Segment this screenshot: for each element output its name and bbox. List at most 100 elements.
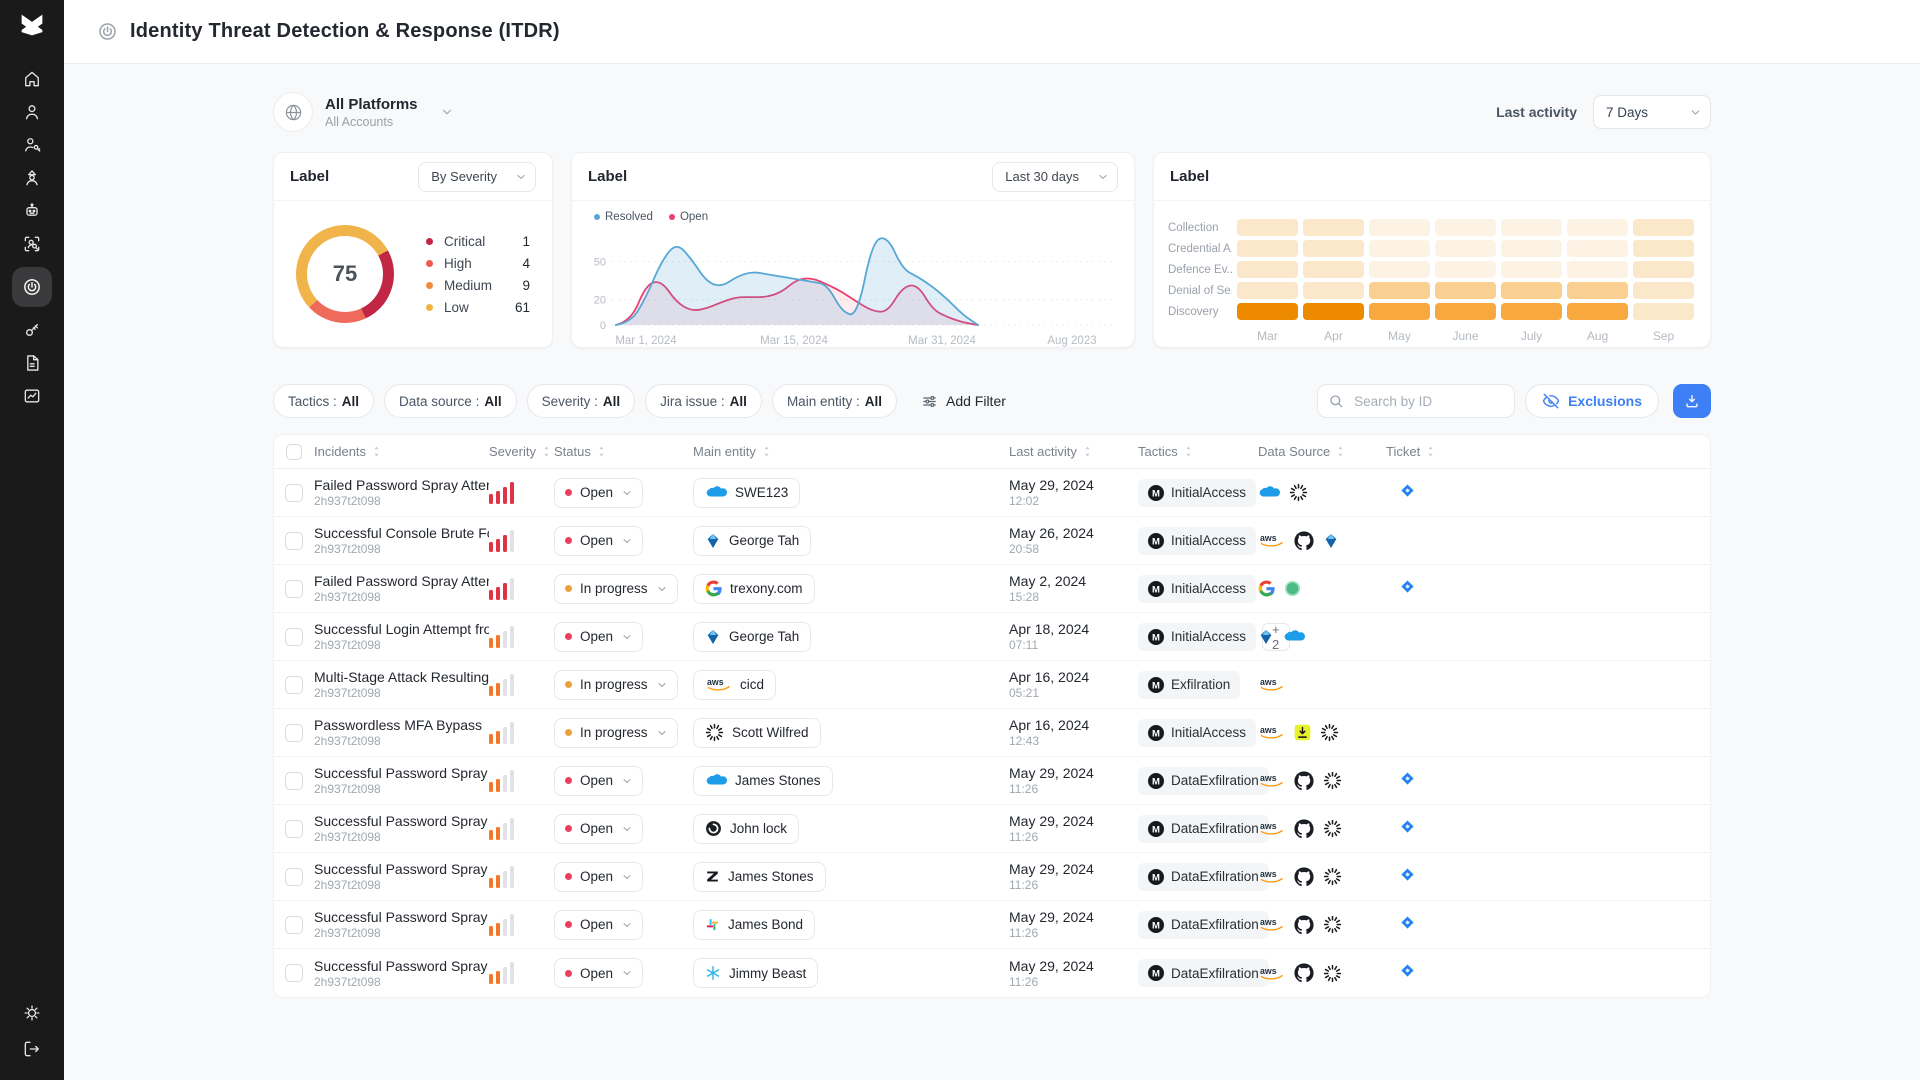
table-row[interactable]: Successful Login Attempt from Tor 2h937t… [274,613,1710,661]
column-header-last-activity[interactable]: Last activity [1009,444,1138,459]
row-checkbox[interactable] [285,964,303,982]
incident-title[interactable]: Successful Password Spray [314,765,489,781]
filter-chip-main-entity[interactable]: Main entity :All [772,384,897,418]
filter-chip-tactics[interactable]: Tactics :All [273,384,374,418]
status-dropdown[interactable]: Open [554,526,643,556]
column-header-incidents[interactable]: Incidents [314,444,489,459]
sidebar-item-identity-key[interactable] [12,132,52,158]
jira-ticket-icon[interactable] [1400,963,1415,978]
sidebar-item-gear[interactable] [12,1000,52,1026]
status-dropdown[interactable]: Open [554,862,643,892]
column-header-status[interactable]: Status [554,444,693,459]
sidebar-item-user[interactable] [12,99,52,125]
jira-ticket-icon[interactable] [1400,579,1415,594]
sidebar-item-home[interactable] [12,66,52,92]
status-dropdown[interactable]: Open [554,958,643,988]
column-header-tactics[interactable]: Tactics [1138,444,1258,459]
table-row[interactable]: Successful Password Spray 2h937t2t098 Op… [274,853,1710,901]
last-activity-select[interactable]: 7 Days [1593,95,1711,129]
brand-logo-icon[interactable] [18,13,46,42]
incident-title[interactable]: Failed Password Spray Attempt [314,477,489,493]
column-header-data-source[interactable]: Data Source [1258,444,1386,459]
sidebar-item-spy[interactable] [12,165,52,191]
sidebar-item-chart[interactable] [12,383,52,409]
main-entity-chip[interactable]: James Bond [693,910,815,940]
platform-selector[interactable]: All Platforms All Accounts [273,92,454,132]
table-row[interactable]: Successful Console Brute Force 2h937t2t0… [274,517,1710,565]
row-checkbox[interactable] [285,916,303,934]
status-dropdown[interactable]: Open [554,766,643,796]
row-checkbox[interactable] [285,628,303,646]
jira-ticket-icon[interactable] [1400,915,1415,930]
status-dropdown[interactable]: In progress [554,718,678,748]
chevron-down-icon [1097,171,1109,183]
filter-chip-data-source[interactable]: Data source :All [384,384,517,418]
main-entity-chip[interactable]: James Stones [693,862,826,892]
status-dropdown[interactable]: Open [554,622,643,652]
severity-card-dropdown[interactable]: By Severity [418,162,536,192]
exclusions-button[interactable]: Exclusions [1525,384,1659,418]
sidebar-item-robot[interactable] [12,198,52,224]
select-all-checkbox[interactable] [286,444,302,460]
table-row[interactable]: Successful Password Spray 2h937t2t098 Op… [274,805,1710,853]
table-row[interactable]: Passwordless MFA Bypass 2h937t2t098 In p… [274,709,1710,757]
sidebar-item-document[interactable] [12,350,52,376]
add-filter-button[interactable]: Add Filter [915,392,1012,411]
row-checkbox[interactable] [285,724,303,742]
status-dropdown[interactable]: In progress [554,670,678,700]
column-header-ticket[interactable]: Ticket [1386,444,1710,459]
row-checkbox[interactable] [285,484,303,502]
jira-ticket-icon[interactable] [1400,483,1415,498]
status-dropdown[interactable]: Open [554,478,643,508]
main-entity-chip[interactable]: James Stones [693,766,833,796]
table-row[interactable]: Successful Password Spray 2h937t2t098 Op… [274,757,1710,805]
main-entity-chip[interactable]: George Tah [693,622,811,652]
main-entity-chip[interactable]: Jimmy Beast [693,958,818,988]
row-checkbox[interactable] [285,532,303,550]
incident-title[interactable]: Multi-Stage Attack Resulting in a Co... [314,669,489,685]
filter-chip-jira-issue[interactable]: Jira issue :All [645,384,762,418]
incident-title[interactable]: Successful Password Spray [314,813,489,829]
row-checkbox[interactable] [285,820,303,838]
table-row[interactable]: Failed Password Spray Attempt 2h937t2t09… [274,565,1710,613]
incident-title[interactable]: Passwordless MFA Bypass [314,717,489,733]
sidebar-item-entity-scan[interactable] [12,231,52,257]
incident-title[interactable]: Failed Password Spray Attempt [314,573,489,589]
row-checkbox[interactable] [285,772,303,790]
status-dropdown[interactable]: Open [554,910,643,940]
row-checkbox[interactable] [285,580,303,598]
trend-card-dropdown[interactable]: Last 30 days [992,162,1118,192]
jira-ticket-icon[interactable] [1400,819,1415,834]
sort-icon [1082,445,1093,458]
table-row[interactable]: Successful Password Spray 2h937t2t098 Op… [274,949,1710,997]
sidebar-item-key[interactable] [12,317,52,343]
filter-chip-severity[interactable]: Severity :All [527,384,636,418]
heatmap-cell [1303,261,1364,278]
jira-ticket-icon[interactable] [1400,867,1415,882]
row-checkbox[interactable] [285,868,303,886]
incident-title[interactable]: Successful Console Brute Force [314,525,489,541]
table-row[interactable]: Failed Password Spray Attempt 2h937t2t09… [274,469,1710,517]
jira-ticket-icon[interactable] [1400,771,1415,786]
status-dropdown[interactable]: In progress [554,574,678,604]
main-entity-chip[interactable]: awscicd [693,670,776,700]
incident-title[interactable]: Successful Password Spray [314,861,489,877]
main-entity-chip[interactable]: trexony.com [693,574,815,604]
status-dropdown[interactable]: Open [554,814,643,844]
incident-title[interactable]: Successful Password Spray [314,958,489,974]
table-row[interactable]: Successful Password Spray 2h937t2t098 Op… [274,901,1710,949]
export-button[interactable] [1673,384,1711,418]
table-row[interactable]: Multi-Stage Attack Resulting in a Co... … [274,661,1710,709]
sidebar-item-radar[interactable] [12,267,52,307]
incident-title[interactable]: Successful Login Attempt from Tor [314,621,489,637]
main-entity-chip[interactable]: Scott Wilfred [693,718,821,748]
main-entity-chip[interactable]: SWE123 [693,478,800,508]
main-entity-chip[interactable]: John lock [693,814,799,844]
column-header-main-entity[interactable]: Main entity [693,444,1009,459]
sidebar-item-logout[interactable] [12,1036,52,1062]
search-input[interactable] [1352,393,1504,410]
incident-title[interactable]: Successful Password Spray [314,909,489,925]
row-checkbox[interactable] [285,676,303,694]
main-entity-chip[interactable]: George Tah [693,526,811,556]
column-header-severity[interactable]: Severity [489,444,554,459]
